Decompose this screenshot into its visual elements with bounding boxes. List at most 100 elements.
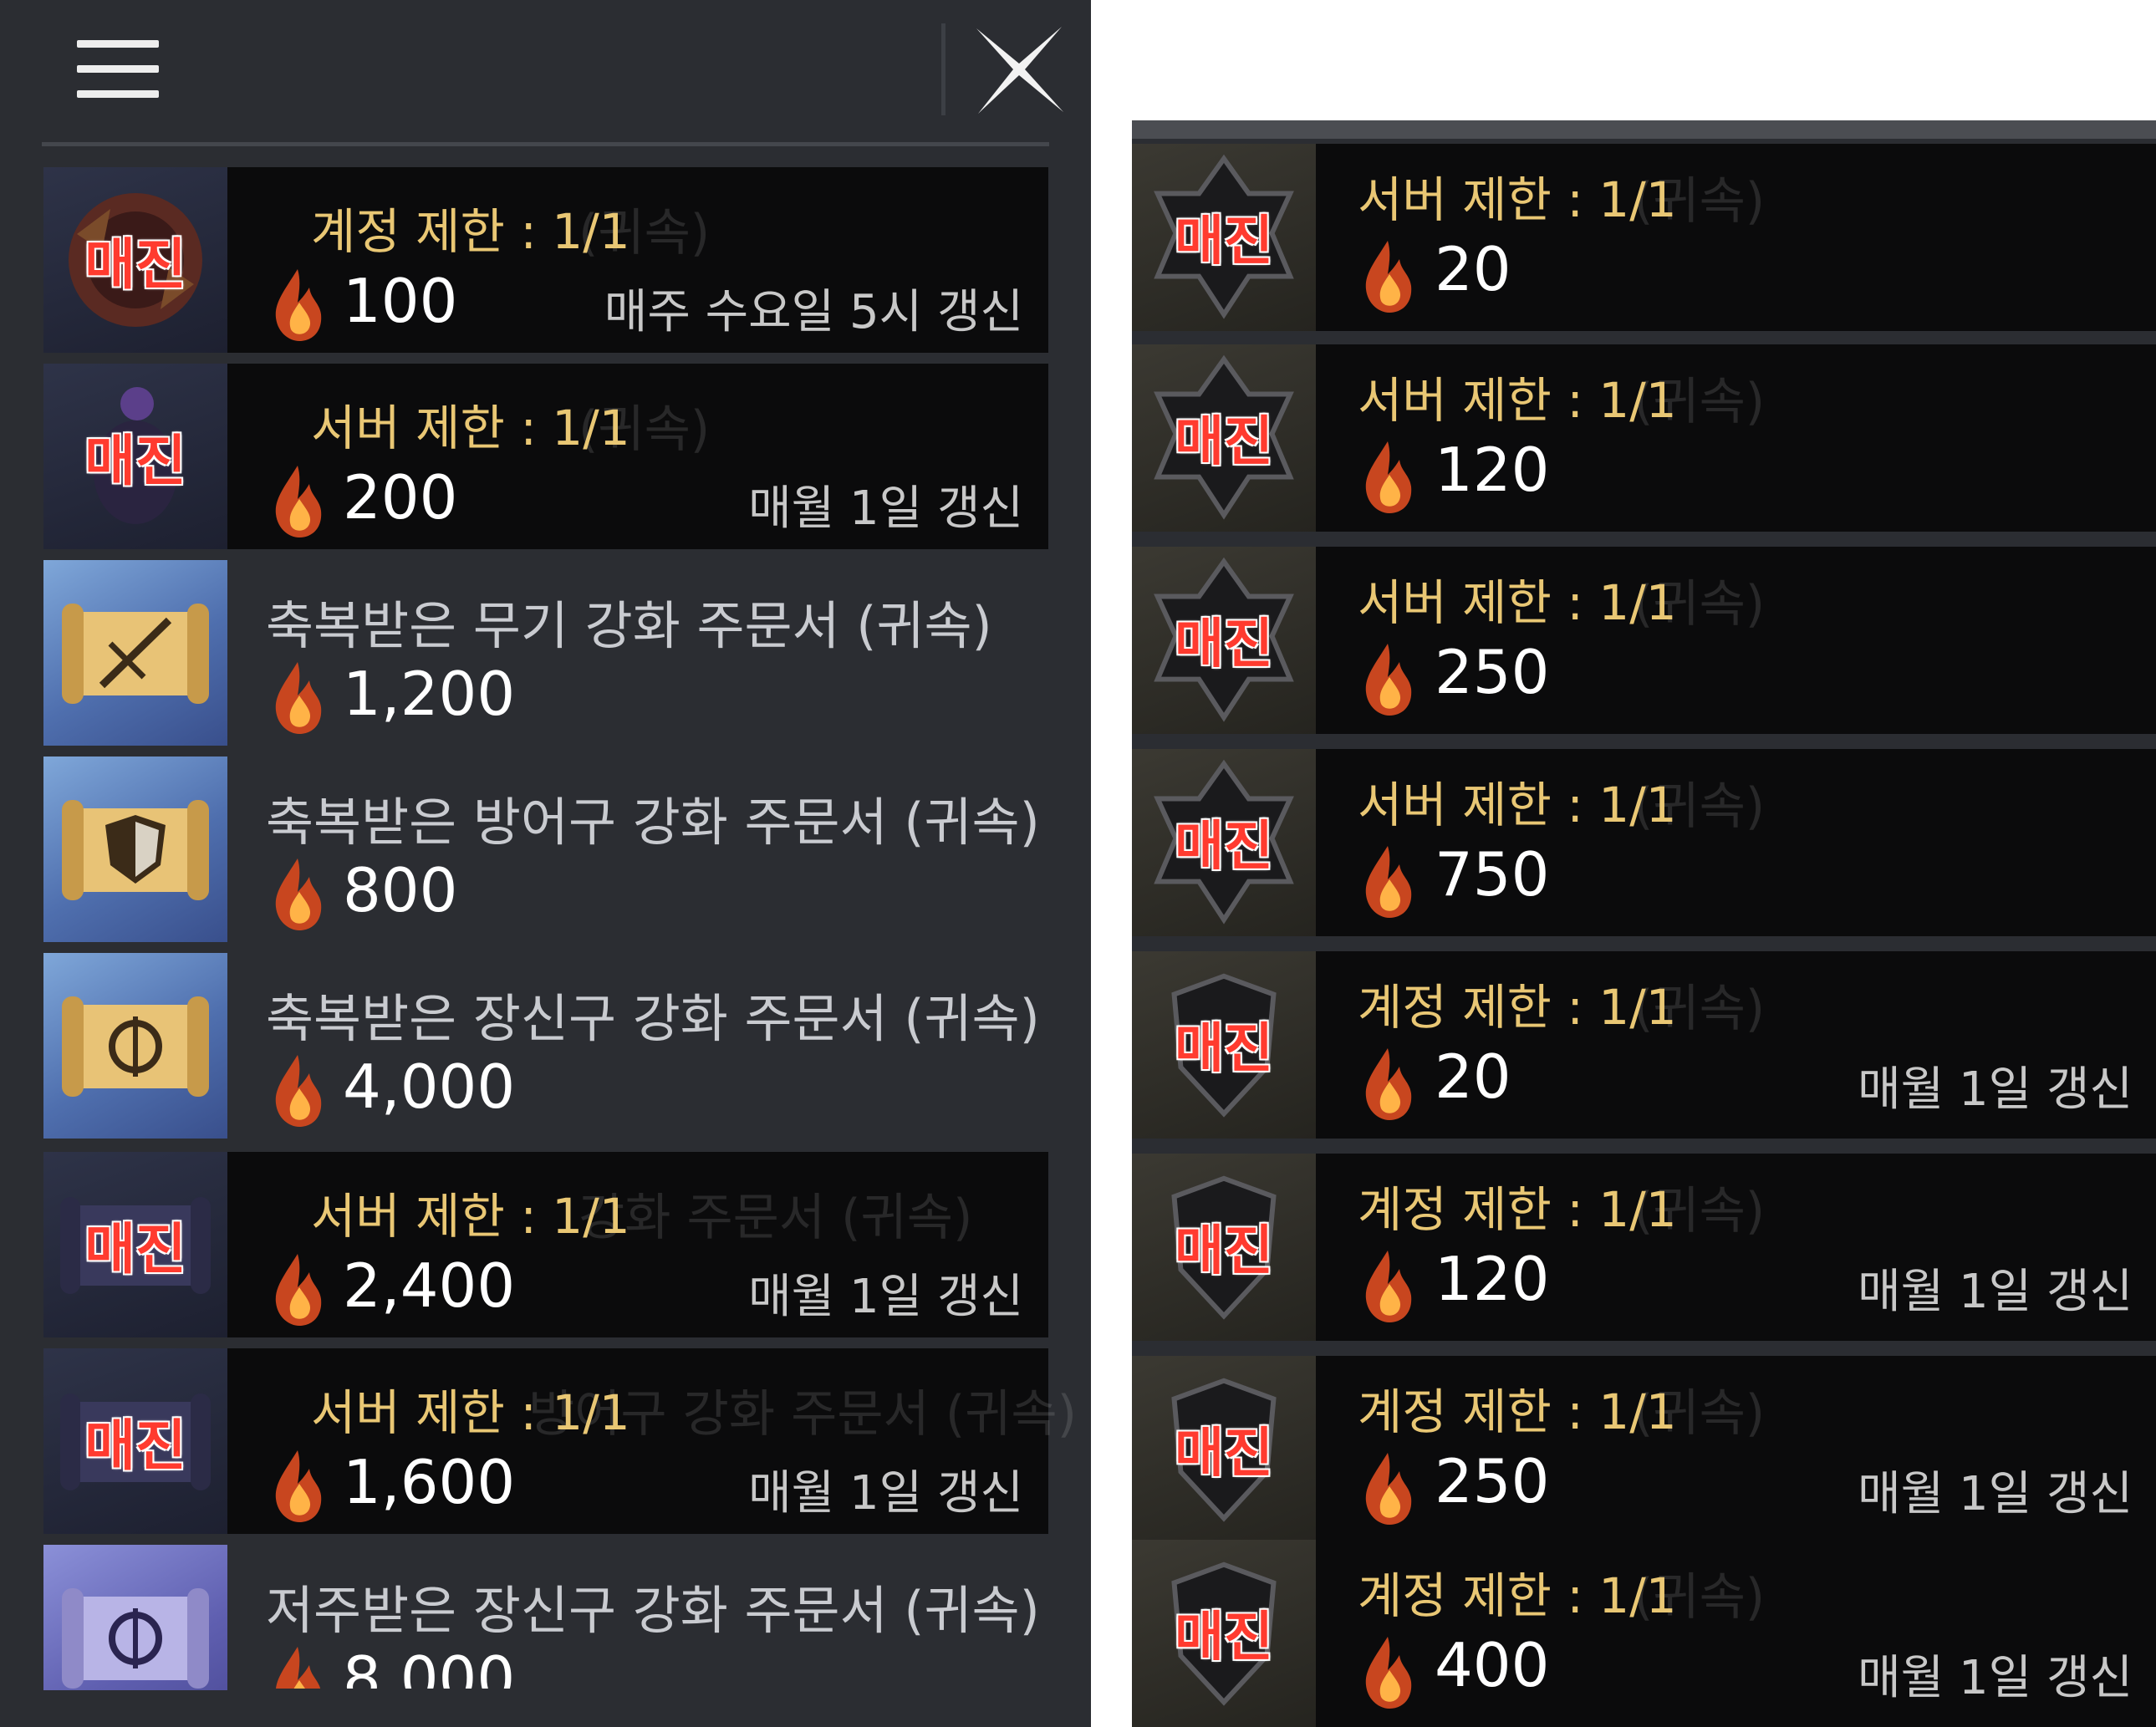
sold-out-badge: 매진 — [1175, 1220, 1273, 1282]
sold-out-badge: 매진 — [1175, 614, 1273, 675]
flame-crystal-icon — [276, 1647, 321, 1689]
armor-scroll-icon — [62, 800, 209, 900]
item-price: 250 — [1435, 637, 1550, 707]
refresh-schedule: 매주 수요일 5시 갱신 — [604, 285, 1023, 339]
purchase-limit: 계정 제한 : 1/1 — [1358, 1383, 1677, 1440]
flame-crystal-icon — [1365, 644, 1412, 716]
item-price: 100 — [343, 266, 458, 336]
purchase-limit: 계정 제한 : 1/1 — [1358, 979, 1677, 1036]
accessory-scroll-icon — [62, 996, 209, 1097]
item-price: 120 — [1435, 435, 1550, 505]
sold-out-badge: 매진 — [1175, 816, 1273, 878]
refresh-schedule: 매월 1일 갱신 — [748, 1466, 1023, 1521]
sold-out-badge: 매진 — [1175, 1607, 1273, 1668]
purchase-limit: 계정 제한 : 1/1 — [311, 203, 630, 260]
item-thumbnail — [43, 757, 227, 942]
shop-item-row[interactable]: 매진 (귀속) 계정 제한 : 1/1 20 매월 1일 갱신 — [1132, 951, 2156, 1139]
shop-item-row[interactable]: 축복받은 방어구 강화 주문서 (귀속) 800 — [43, 757, 1048, 942]
item-price: 200 — [343, 462, 458, 532]
shop-item-row[interactable]: 축복받은 장신구 강화 주문서 (귀속) 4,000 — [43, 953, 1048, 1139]
flame-crystal-icon — [1365, 241, 1412, 313]
item-thumbnail: 매진 — [43, 1348, 227, 1534]
shop-item-row[interactable]: 매진 (귀속) 계정 제한 : 1/1 250 매월 1일 갱신 — [1132, 1356, 2156, 1543]
header-divider — [941, 23, 945, 115]
item-price: 800 — [343, 855, 458, 925]
item-price: 400 — [1435, 1630, 1550, 1700]
sold-out-badge: 매진 — [1175, 1423, 1273, 1485]
flame-crystal-icon — [275, 1450, 322, 1522]
item-price: 120 — [1435, 1244, 1550, 1314]
purchase-limit: 서버 제한 : 1/1 — [1358, 777, 1677, 833]
flame-crystal-icon — [275, 466, 322, 537]
item-name: 저주받은 장신구 강화 주문서 (귀속) — [266, 1580, 1040, 1641]
refresh-schedule: 매월 1일 갱신 — [1858, 1467, 2133, 1521]
item-thumbnail: 매진 — [1132, 344, 1316, 532]
shop-item-row[interactable]: 매진 (귀속) 서버 제한 : 1/1 750 — [1132, 749, 2156, 936]
purchase-limit: 서버 제한 : 1/1 — [1358, 574, 1677, 631]
refresh-schedule: 매월 1일 갱신 — [748, 1270, 1023, 1324]
shop-item-row[interactable]: 매진 방어구 강화 주문서 (귀속) 서버 제한 : 1/1 1,600 매월 … — [43, 1348, 1077, 1534]
item-price: 750 — [1435, 839, 1550, 909]
item-thumbnail: 매진 — [43, 167, 227, 353]
close-icon[interactable] — [970, 20, 1068, 119]
flame-crystal-icon — [275, 1055, 322, 1127]
refresh-schedule: 매월 1일 갱신 — [1858, 1265, 2133, 1319]
purchase-limit: 서버 제한 : 1/1 — [1358, 372, 1677, 429]
shop-item-row[interactable]: 매진 (귀속) 서버 제한 : 1/1 200 매월 1일 갱신 — [43, 364, 1048, 549]
header-separator — [42, 142, 1049, 146]
purchase-limit: 계정 제한 : 1/1 — [1358, 1567, 1677, 1624]
panel-footer — [0, 1690, 1091, 1727]
sold-out-badge: 매진 — [1175, 211, 1273, 273]
weapon-scroll-icon — [62, 604, 209, 704]
item-thumbnail: 매진 — [43, 364, 227, 549]
item-price: 1,200 — [343, 659, 516, 729]
hamburger-menu-icon[interactable] — [77, 40, 159, 99]
flame-crystal-icon — [275, 662, 322, 734]
item-price: 4,000 — [343, 1052, 516, 1122]
flame-crystal-icon — [275, 1254, 322, 1326]
shop-item-row[interactable]: 매진 (귀속) 서버 제한 : 1/1 120 — [1132, 344, 2156, 532]
item-price: 20 — [1435, 234, 1511, 304]
purchase-limit: 서버 제한 : 1/1 — [311, 1188, 630, 1245]
flame-crystal-icon — [275, 858, 322, 930]
item-thumbnail — [43, 560, 227, 746]
shop-item-row[interactable]: 축복받은 무기 강화 주문서 (귀속) 1,200 — [43, 560, 1048, 746]
refresh-schedule: 매월 1일 갱신 — [1858, 1062, 2133, 1117]
purchase-limit: 서버 제한 : 1/1 — [311, 400, 630, 456]
shop-panel-left: 매진 (귀속) 계정 제한 : 1/1 100 매주 수요일 5시 갱신 매진 … — [0, 0, 1091, 1727]
item-thumbnail: 매진 — [43, 1152, 227, 1337]
refresh-schedule: 매월 1일 갱신 — [1858, 1651, 2133, 1705]
purchase-limit: 서버 제한 : 1/1 — [311, 1384, 630, 1441]
flame-crystal-icon — [1365, 1453, 1412, 1525]
item-thumbnail: 매진 — [1132, 1154, 1316, 1341]
item-thumbnail: 매진 — [1132, 951, 1316, 1139]
item-price: 250 — [1435, 1446, 1550, 1516]
item-thumbnail: 매진 — [1132, 749, 1316, 936]
item-thumbnail — [43, 953, 227, 1139]
refresh-schedule: 매월 1일 갱신 — [748, 481, 1023, 536]
shop-item-row[interactable]: 매진 강화 주문서 (귀속) 서버 제한 : 1/1 2,400 매월 1일 갱… — [43, 1152, 1048, 1337]
item-name: 축복받은 방어구 강화 주문서 (귀속) — [266, 792, 1040, 853]
shop-item-row[interactable]: 매진 (귀속) 서버 제한 : 1/1 20 — [1132, 144, 2156, 331]
sold-out-badge: 매진 — [1175, 411, 1273, 473]
item-name: 축복받은 장신구 강화 주문서 (귀속) — [266, 988, 1040, 1049]
item-price: 1,600 — [343, 1447, 516, 1517]
item-thumbnail: 매진 — [1132, 144, 1316, 331]
shop-panel-right: 매진 (귀속) 서버 제한 : 1/1 20 매진 (귀속) 서버 제한 : 1… — [1132, 120, 2156, 1727]
item-thumbnail: 매진 — [1132, 1356, 1316, 1543]
purchase-limit: 계정 제한 : 1/1 — [1358, 1181, 1677, 1238]
shop-item-row[interactable]: 매진 (귀속) 계정 제한 : 1/1 100 매주 수요일 5시 갱신 — [43, 167, 1048, 353]
item-price: 8,000 — [343, 1643, 516, 1689]
flame-crystal-icon — [275, 269, 322, 341]
item-price: 20 — [1435, 1042, 1511, 1112]
sold-out-badge: 매진 — [84, 232, 186, 297]
shop-item-row[interactable]: 매진 (귀속) 계정 제한 : 1/1 120 매월 1일 갱신 — [1132, 1154, 2156, 1341]
item-name-faded: 강화 주문서 (귀속) — [579, 1189, 973, 1247]
item-thumbnail: 매진 — [1132, 1540, 1316, 1727]
sold-out-badge: 매진 — [84, 429, 186, 493]
shop-item-row[interactable]: 매진 (귀속) 서버 제한 : 1/1 250 — [1132, 547, 2156, 734]
purchase-limit: 서버 제한 : 1/1 — [1358, 171, 1677, 228]
sold-out-badge: 매진 — [1175, 1018, 1273, 1080]
item-thumbnail: 매진 — [1132, 547, 1316, 734]
shop-item-row[interactable]: 매진 (귀속) 계정 제한 : 1/1 400 매월 1일 갱신 — [1132, 1540, 2156, 1727]
